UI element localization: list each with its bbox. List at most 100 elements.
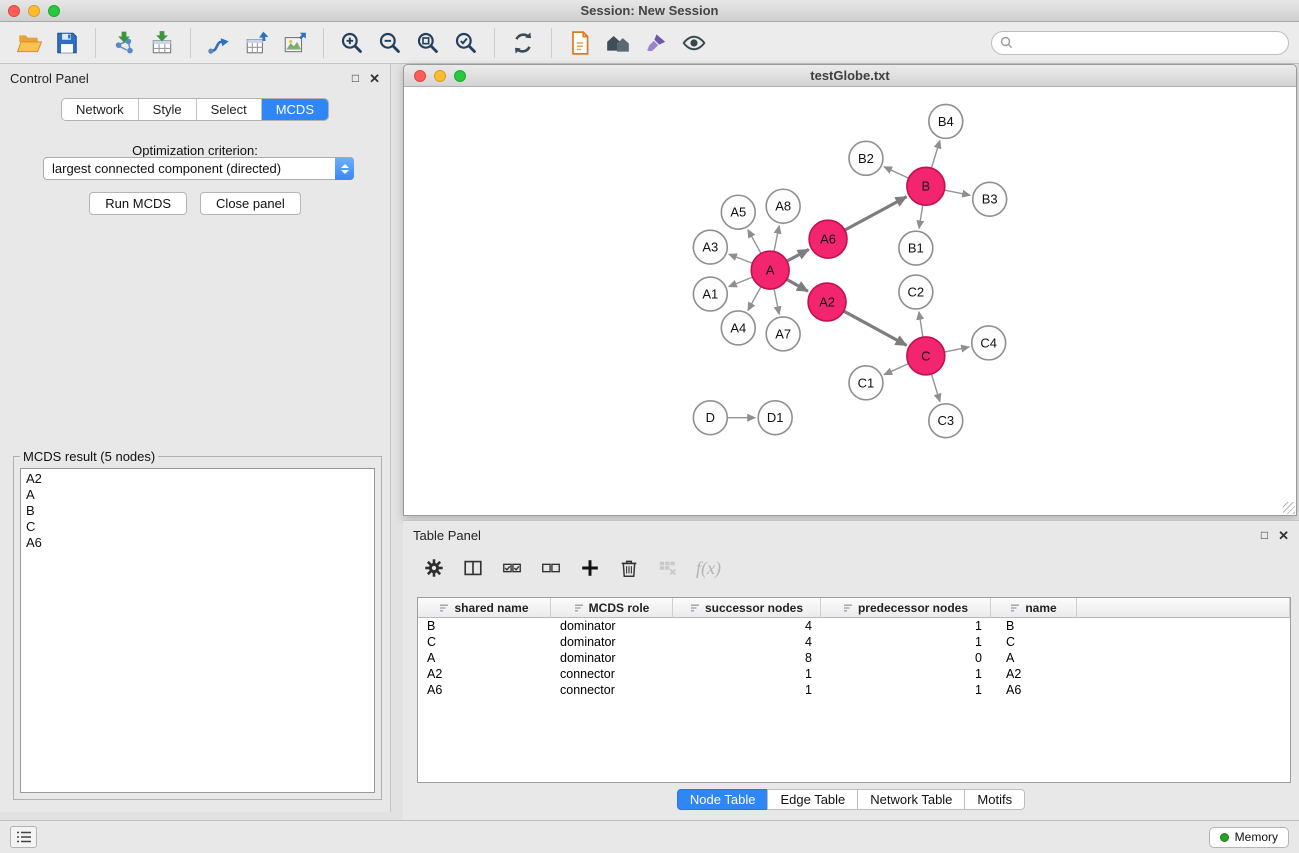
column-header[interactable]: shared name (418, 598, 551, 618)
result-item[interactable]: A6 (21, 535, 374, 551)
zoom-network-icon[interactable] (454, 70, 466, 82)
graph-node[interactable]: A1 (693, 277, 727, 311)
zoom-out-button[interactable] (371, 26, 409, 60)
export-table-button[interactable] (238, 26, 276, 60)
table-row[interactable]: Cdominator41C (418, 634, 1290, 650)
window-resize-handle[interactable] (1283, 502, 1295, 514)
run-mcds-button[interactable]: Run MCDS (89, 192, 187, 215)
close-table-panel-icon[interactable]: ✕ (1278, 529, 1289, 542)
tab-edge-table[interactable]: Edge Table (767, 789, 858, 810)
graph-edge[interactable] (748, 287, 761, 311)
graph-node[interactable]: A5 (721, 195, 755, 229)
graph-node[interactable]: A (751, 251, 789, 289)
float-panel-icon[interactable]: □ (352, 72, 359, 84)
graph-edge[interactable] (944, 347, 969, 352)
zoom-fit-button[interactable] (409, 26, 447, 60)
graph-node[interactable]: D (693, 401, 727, 435)
import-network-button[interactable] (105, 26, 143, 60)
graph-node[interactable]: B3 (973, 182, 1007, 216)
tab-style[interactable]: Style (139, 99, 197, 120)
zoom-window-icon[interactable] (48, 5, 60, 17)
tab-network[interactable]: Network (62, 99, 139, 120)
graph-edge[interactable] (729, 254, 753, 263)
result-item[interactable]: A (21, 487, 374, 503)
result-item[interactable]: A2 (21, 471, 374, 487)
table-row[interactable]: Bdominator41B (418, 618, 1290, 634)
graph-edge[interactable] (919, 312, 923, 337)
tab-motifs[interactable]: Motifs (964, 789, 1025, 810)
delete-table-button-disabled[interactable] (657, 557, 679, 579)
table-row[interactable]: A2connector11A2 (418, 666, 1290, 682)
minimize-network-icon[interactable] (434, 70, 446, 82)
tab-mcds[interactable]: MCDS (262, 99, 328, 120)
graph-node[interactable]: B1 (899, 231, 933, 265)
mcds-result-list[interactable]: A2ABCA6 (20, 468, 375, 793)
result-item[interactable]: C (21, 519, 374, 535)
graph-edge[interactable] (944, 190, 970, 195)
table-row[interactable]: Adominator80A (418, 650, 1290, 666)
zoom-in-button[interactable] (333, 26, 371, 60)
graph-edge[interactable] (884, 167, 909, 178)
task-history-button[interactable] (10, 826, 37, 848)
column-header[interactable]: MCDS role (551, 598, 673, 618)
graph-edge[interactable] (845, 197, 907, 230)
graph-node[interactable]: C4 (972, 326, 1006, 360)
graph-node[interactable]: D1 (758, 401, 792, 435)
graph-node[interactable]: A7 (766, 317, 800, 351)
refresh-button[interactable] (504, 26, 542, 60)
table-settings-button[interactable] (423, 557, 445, 579)
network-graph[interactable]: B4B2BB3A5A8A6B1A3AC2A1A2A4A7C4CC1C3DD1 (405, 87, 1295, 515)
column-header[interactable]: successor nodes (673, 598, 821, 618)
graph-node[interactable]: A3 (693, 230, 727, 264)
float-table-panel-icon[interactable]: □ (1261, 529, 1268, 541)
tab-network-table[interactable]: Network Table (857, 789, 965, 810)
graph-node[interactable]: B4 (929, 104, 963, 138)
graph-edge[interactable] (931, 140, 940, 168)
function-builder-button[interactable]: f(x) (696, 558, 721, 579)
graph-edge[interactable] (787, 279, 808, 291)
home-button[interactable] (599, 26, 637, 60)
add-column-button[interactable] (579, 557, 601, 579)
column-header[interactable]: predecessor nodes (821, 598, 991, 618)
optimization-dropdown[interactable]: largest connected component (directed) (43, 157, 354, 180)
import-table-button[interactable] (143, 26, 181, 60)
open-session-button[interactable] (10, 26, 48, 60)
tab-node-table[interactable]: Node Table (677, 789, 769, 810)
column-header[interactable]: name (991, 598, 1077, 618)
table-row[interactable]: A6connector11A6 (418, 682, 1290, 698)
graph-edge[interactable] (919, 205, 923, 228)
graph-node[interactable]: B (907, 167, 945, 205)
unselect-all-button[interactable] (540, 557, 562, 579)
graph-node[interactable]: A4 (721, 311, 755, 345)
close-window-icon[interactable] (8, 5, 20, 17)
graph-node[interactable]: A6 (809, 220, 847, 258)
graph-edge[interactable] (931, 374, 940, 402)
memory-button[interactable]: Memory (1209, 827, 1289, 848)
search-input[interactable] (1018, 35, 1280, 50)
graph-edge[interactable] (884, 364, 908, 375)
graph-node[interactable]: B2 (849, 141, 883, 175)
graph-edge[interactable] (787, 249, 809, 261)
close-network-icon[interactable] (414, 70, 426, 82)
annotation-button[interactable] (637, 26, 675, 60)
select-all-button[interactable] (501, 557, 523, 579)
graph-edge[interactable] (729, 277, 753, 286)
export-image-button[interactable] (276, 26, 314, 60)
graph-node[interactable]: A8 (766, 189, 800, 223)
tab-select[interactable]: Select (197, 99, 262, 120)
graph-node[interactable]: C2 (899, 275, 933, 309)
export-network-button[interactable] (200, 26, 238, 60)
graph-node[interactable]: C (907, 337, 945, 375)
delete-column-button[interactable] (618, 557, 640, 579)
save-session-button[interactable] (48, 26, 86, 60)
graph-edge[interactable] (774, 226, 779, 252)
graph-node[interactable]: C3 (929, 404, 963, 438)
show-details-button[interactable] (675, 26, 713, 60)
close-panel-button[interactable]: Close panel (200, 192, 301, 215)
zoom-selected-button[interactable] (447, 26, 485, 60)
report-button[interactable] (561, 26, 599, 60)
minimize-window-icon[interactable] (28, 5, 40, 17)
search-box[interactable] (991, 31, 1289, 55)
graph-edge[interactable] (844, 311, 907, 345)
result-item[interactable]: B (21, 503, 374, 519)
